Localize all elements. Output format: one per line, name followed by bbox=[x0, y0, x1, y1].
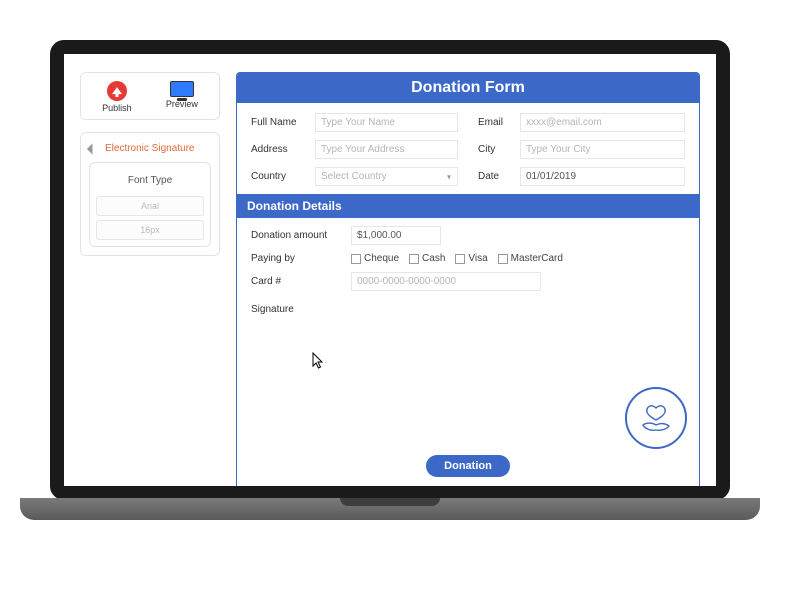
city-label: City bbox=[478, 144, 514, 155]
form-title: Donation Form bbox=[237, 73, 699, 103]
signature-title: Electronic Signature bbox=[105, 143, 195, 154]
city-input[interactable]: Type Your City bbox=[520, 140, 685, 159]
donation-submit-button[interactable]: Donation bbox=[426, 455, 510, 477]
card-input[interactable]: 0000-0000-0000-0000 bbox=[351, 272, 541, 291]
donation-form: Donation Form Full Name Type Your Name E… bbox=[236, 72, 700, 492]
monitor-icon bbox=[170, 81, 194, 97]
charity-hand-icon bbox=[625, 387, 687, 449]
publish-icon bbox=[107, 81, 127, 101]
visa-checkbox[interactable]: Visa bbox=[455, 253, 487, 264]
date-input[interactable]: 01/01/2019 bbox=[520, 167, 685, 186]
payment-options: Cheque Cash Visa MasterCard bbox=[351, 253, 563, 264]
address-input[interactable]: Type Your Address bbox=[315, 140, 458, 159]
signature-title-row: Electronic Signature bbox=[89, 143, 211, 154]
font-box: Font Type Arial 16px bbox=[89, 162, 211, 247]
font-name-select[interactable]: Arial bbox=[96, 196, 204, 216]
font-type-label: Font Type bbox=[96, 169, 204, 192]
cheque-checkbox[interactable]: Cheque bbox=[351, 253, 399, 264]
mastercard-checkbox[interactable]: MasterCard bbox=[498, 253, 563, 264]
checkbox-icon bbox=[409, 254, 419, 264]
font-size-select[interactable]: 16px bbox=[96, 220, 204, 240]
amount-label: Donation amount bbox=[251, 230, 341, 241]
signature-label: Signature bbox=[251, 304, 294, 315]
country-select[interactable]: Select Country bbox=[315, 167, 458, 186]
country-label: Country bbox=[251, 171, 309, 182]
full-name-label: Full Name bbox=[251, 117, 309, 128]
address-label: Address bbox=[251, 144, 309, 155]
action-bar: Publish Preview bbox=[80, 72, 220, 120]
pen-icon bbox=[87, 141, 101, 155]
cash-checkbox[interactable]: Cash bbox=[409, 253, 445, 264]
publish-label: Publish bbox=[102, 103, 132, 113]
signature-panel: Electronic Signature Font Type Arial 16p… bbox=[80, 132, 220, 256]
amount-input[interactable]: $1,000.00 bbox=[351, 226, 441, 245]
checkbox-icon bbox=[351, 254, 361, 264]
full-name-input[interactable]: Type Your Name bbox=[315, 113, 458, 132]
preview-button[interactable]: Preview bbox=[166, 81, 198, 109]
checkbox-icon bbox=[498, 254, 508, 264]
checkbox-icon bbox=[455, 254, 465, 264]
card-label: Card # bbox=[251, 276, 341, 287]
paying-by-label: Paying by bbox=[251, 253, 341, 264]
email-input[interactable]: xxxx@email.com bbox=[520, 113, 685, 132]
email-label: Email bbox=[478, 117, 514, 128]
date-label: Date bbox=[478, 171, 514, 182]
publish-button[interactable]: Publish bbox=[102, 81, 132, 113]
donation-details-header: Donation Details bbox=[237, 194, 699, 218]
laptop-base bbox=[20, 498, 760, 520]
